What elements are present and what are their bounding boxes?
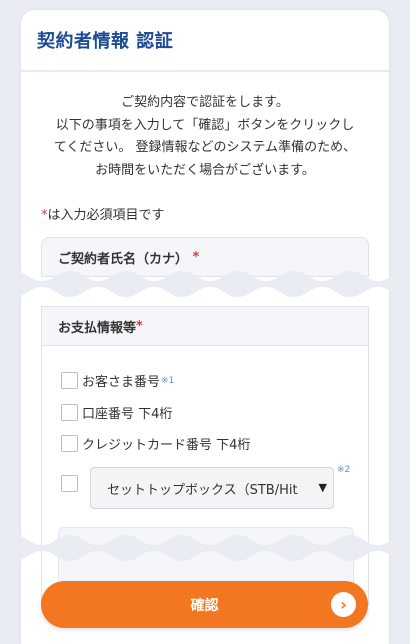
stb-select-value: セットトップボックス（STB/Hit bbox=[107, 482, 298, 498]
torn-edge-divider bbox=[0, 535, 410, 561]
option-label: お客さま番号 bbox=[82, 375, 161, 390]
stb-select[interactable]: セットトップボックス（STB/Hit ▼ bbox=[90, 467, 334, 509]
option-account-number[interactable]: 口座番号 下4桁 bbox=[61, 403, 172, 422]
intro-line: てください。 登録情報などのシステム準備のため、 bbox=[53, 140, 357, 155]
payment-label-text: お支払情報等 bbox=[58, 320, 137, 336]
intro-text: ご契約内容で認証をします。 以下の事項を入力して「確認」ボタンをクリックし てく… bbox=[21, 92, 389, 182]
torn-edge-divider bbox=[0, 271, 410, 297]
checkbox[interactable] bbox=[61, 404, 78, 421]
option-label: クレジットカード番号 下4桁 bbox=[82, 438, 251, 453]
required-note: *は入力必須項目です bbox=[41, 204, 389, 223]
payment-label: お支払情報等 * bbox=[42, 307, 368, 346]
intro-line: 以下の事項を入力して「確認」ボタンをクリックし bbox=[55, 117, 355, 133]
required-mark: * bbox=[136, 318, 143, 334]
chevron-right-icon: › bbox=[331, 592, 356, 617]
checkbox[interactable] bbox=[61, 475, 78, 492]
option-customer-number[interactable]: お客さま番号 ※1 bbox=[61, 371, 174, 390]
note-mark: ※1 bbox=[161, 375, 175, 386]
option-stb[interactable] bbox=[61, 475, 82, 492]
intro-line: ご契約内容で認証をします。 bbox=[121, 95, 289, 110]
checkbox[interactable] bbox=[61, 372, 78, 389]
page-title: 契約者情報 認証 bbox=[37, 31, 174, 52]
card-header: 契約者情報 認証 bbox=[21, 10, 389, 72]
intro-line: お時間をいただく場合がございます。 bbox=[95, 162, 315, 178]
confirm-button[interactable]: 確認 › bbox=[41, 581, 368, 628]
confirm-button-label: 確認 bbox=[190, 597, 219, 614]
chevron-down-icon: ▼ bbox=[318, 481, 327, 494]
option-credit-card[interactable]: クレジットカード番号 下4桁 bbox=[61, 434, 250, 453]
note-mark: ※2 bbox=[337, 465, 351, 475]
required-note-text: は入力必須項目です bbox=[47, 208, 165, 223]
checkbox[interactable] bbox=[61, 435, 78, 452]
option-label: 口座番号 下4桁 bbox=[82, 407, 173, 422]
